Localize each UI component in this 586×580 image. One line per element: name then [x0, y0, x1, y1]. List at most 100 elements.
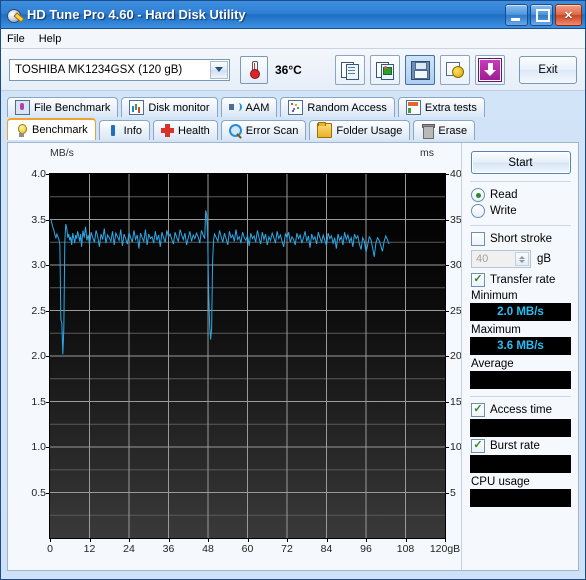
y2-axis-tickmark — [445, 356, 449, 357]
burst-rate-label: Burst rate — [490, 440, 540, 452]
short-stroke-value: 40 — [476, 253, 489, 265]
y-axis-tick: 0.5 — [31, 486, 46, 499]
y2-axis-tick: 5 — [450, 486, 456, 499]
temperature-button[interactable] — [240, 55, 268, 84]
drive-select[interactable]: TOSHIBA MK1234GSX (120 gB) — [9, 58, 230, 81]
short-stroke-size-row: 40 gB — [471, 250, 572, 268]
y-axis-tickmark — [46, 265, 50, 266]
tab-label: Extra tests — [424, 101, 477, 114]
y-axis-tick: 4.0 — [31, 168, 46, 180]
random-access-icon — [288, 100, 304, 115]
tab-benchmark[interactable]: Benchmark — [7, 118, 96, 140]
short-stroke-stepper[interactable]: 40 — [471, 250, 531, 268]
x-axis-tick: 48 — [202, 543, 214, 555]
close-button[interactable]: ✕ — [555, 4, 582, 26]
exit-button[interactable]: Exit — [519, 56, 577, 84]
tab-label: Folder Usage — [336, 124, 403, 137]
checkbox-short-stroke[interactable]: Short stroke — [471, 232, 572, 246]
x-axis-tick: 12 — [83, 543, 96, 555]
temperature-value: 36°C — [275, 62, 302, 77]
divider — [470, 225, 571, 226]
y-axis-tickmark — [46, 401, 50, 403]
tab-folder-usage[interactable]: Folder Usage — [309, 120, 411, 140]
tab-aam[interactable]: AAM — [220, 97, 278, 117]
y2-axis-tickmark — [445, 219, 449, 221]
y-axis-tick: 3.0 — [31, 259, 46, 271]
y-axis-tickmark — [46, 356, 50, 357]
tab-row-2: Benchmark Info Health Error Scan Folder … — [7, 118, 579, 140]
x-axis-tickmark — [89, 538, 91, 542]
tab-file-benchmark[interactable]: File Benchmark — [7, 97, 119, 117]
y-axis-tickmark — [46, 174, 50, 175]
tab-random-access[interactable]: Random Access — [280, 97, 395, 117]
x-axis-tickmark — [168, 538, 170, 542]
y-axis-tick: 2.5 — [31, 304, 46, 317]
hard-disk-icon — [6, 7, 25, 23]
start-button[interactable]: Start — [470, 151, 571, 174]
menu-item-help[interactable]: Help — [39, 33, 62, 45]
radio-read-icon — [471, 188, 485, 202]
minimize-button[interactable] — [505, 4, 528, 26]
certificate-button[interactable] — [440, 55, 470, 85]
tab-disk-monitor[interactable]: Disk monitor — [121, 97, 218, 117]
copy-text-button[interactable] — [335, 55, 365, 85]
x-axis-tick: 108 — [396, 543, 415, 555]
y2-axis-tickmark — [445, 492, 449, 494]
radio-read[interactable]: Read — [471, 188, 572, 202]
maximize-button[interactable] — [530, 4, 553, 26]
y-axis-tickmark — [46, 492, 50, 494]
x-axis-tick: 0 — [47, 543, 53, 555]
cpu-usage-label: CPU usage — [471, 476, 530, 488]
tab-label: Benchmark — [32, 124, 88, 136]
y2-axis-tick: 20 — [450, 350, 462, 362]
y-axis-tickmark — [46, 219, 50, 221]
y2-axis-tick: 30 — [450, 259, 462, 271]
download-button[interactable] — [475, 55, 505, 85]
y2-axis-tick: 15 — [450, 395, 462, 408]
save-button[interactable] — [405, 55, 435, 85]
stepper-arrows[interactable] — [515, 252, 529, 266]
application-window: HD Tune Pro 4.60 - Hard Disk Utility ✕ F… — [0, 0, 586, 580]
x-axis-tickmark — [326, 538, 328, 542]
y2-axis-label: ms — [420, 147, 434, 159]
speaker-icon — [228, 101, 242, 114]
checkbox-access-time-icon: ✓ — [471, 403, 485, 417]
magnifier-icon — [228, 124, 242, 139]
benchmark-options-panel: Start Read Write Short stroke 40 gB ✓ Tr… — [461, 143, 578, 570]
tab-erase[interactable]: Erase — [413, 120, 476, 140]
tab-label: Random Access — [307, 101, 387, 114]
title-bar: HD Tune Pro 4.60 - Hard Disk Utility ✕ — [1, 1, 585, 29]
menu-item-file[interactable]: File — [7, 33, 25, 45]
download-arrow-icon — [479, 59, 501, 81]
y2-axis-tick: 25 — [450, 304, 462, 317]
minimum-value: 2.0 MB/s — [470, 303, 571, 321]
toolbar: TOSHIBA MK1234GSX (120 gB) 36°C Exit — [1, 49, 585, 91]
minimum-label: Minimum — [471, 290, 518, 302]
x-axis-tickmark — [50, 538, 51, 542]
tab-extra-tests[interactable]: Extra tests — [397, 97, 485, 117]
extra-tests-icon — [405, 100, 421, 115]
radio-write[interactable]: Write — [471, 204, 572, 218]
stepper-down-icon — [519, 259, 525, 263]
close-icon: ✕ — [563, 9, 574, 22]
benchmark-panel: MB/s ms 0.5 1.0 1.5 2.0 2.5 3.0 3.5 4.0 5 10 15 20 2… — [7, 142, 579, 571]
thermometer-icon — [250, 60, 260, 79]
tab-info[interactable]: Info — [98, 120, 150, 140]
tab-error-scan[interactable]: Error Scan — [220, 120, 307, 140]
chevron-down-icon[interactable] — [210, 60, 228, 79]
checkbox-access-time[interactable]: ✓ Access time — [471, 403, 572, 417]
y-axis-label: MB/s — [50, 147, 74, 159]
checkbox-transfer-rate[interactable]: ✓ Transfer rate — [471, 273, 572, 287]
trash-icon — [421, 124, 436, 139]
maximum-value: 3.6 MB/s — [470, 337, 571, 355]
tab-health[interactable]: Health — [153, 120, 218, 140]
disk-monitor-icon — [129, 100, 145, 115]
copy-image-button[interactable] — [370, 55, 400, 85]
benchmark-chart: MB/s ms 0.5 1.0 1.5 2.0 2.5 3.0 3.5 4.0 5 10 15 20 2… — [8, 143, 463, 570]
checkbox-burst-rate[interactable]: ✓ Burst rate — [471, 439, 572, 453]
cpu-usage-value — [470, 489, 571, 507]
x-axis-tickmark — [366, 538, 367, 542]
y2-axis-tick: 40 — [450, 168, 462, 180]
x-axis-tick: 96 — [360, 543, 372, 555]
copy-document-icon — [341, 61, 359, 80]
